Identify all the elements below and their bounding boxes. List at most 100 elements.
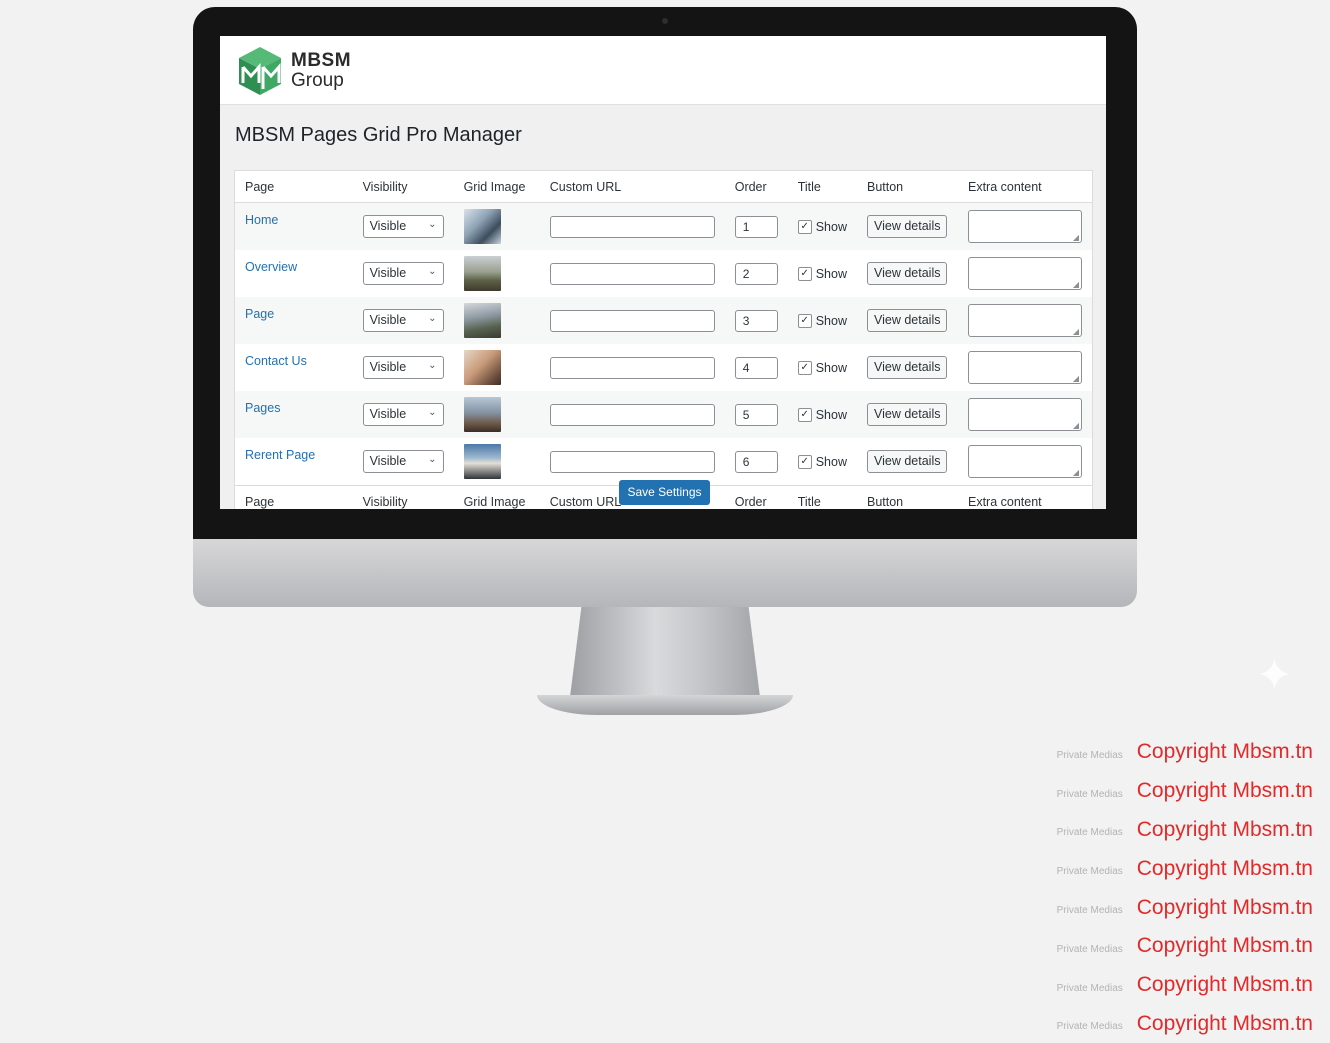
pages-grid-table: Page Visibility Grid Image Custom URL Or… (234, 170, 1093, 509)
column-header-page: Page (234, 170, 353, 203)
logo-group: Group (291, 70, 344, 91)
page-link[interactable]: Overview (245, 260, 343, 274)
title-toggle[interactable]: ✓ Show (797, 313, 847, 328)
order-input[interactable]: 4 (734, 356, 778, 379)
title-show-label: Show (815, 407, 847, 422)
custom-url-input[interactable] (549, 356, 715, 379)
page-link[interactable]: Home (245, 213, 343, 227)
extra-content-textarea[interactable]: ◢ (968, 398, 1082, 431)
page-link[interactable]: Rerent Page (245, 448, 343, 462)
monitor-stand (570, 607, 760, 697)
checkmark-icon[interactable]: ✓ (797, 360, 812, 375)
save-settings-button[interactable]: Save Settings (619, 480, 710, 505)
grid-image-thumbnail[interactable] (463, 303, 501, 338)
order-input[interactable]: 6 (734, 450, 778, 473)
view-details-button[interactable]: View details (867, 309, 948, 332)
custom-url-input[interactable] (549, 450, 715, 473)
cell-title: ✓ Show (787, 391, 857, 438)
visibility-select[interactable]: Visible ⌄ (362, 356, 444, 379)
custom-url-input[interactable] (549, 403, 715, 426)
title-toggle[interactable]: ✓ Show (797, 219, 847, 234)
watermark-copyright: Copyright Mbsm.tn (1136, 973, 1313, 997)
mbsm-logo-icon (239, 47, 281, 95)
column-header-button: Button (857, 170, 958, 203)
view-details-button[interactable]: View details (867, 356, 948, 379)
cell-visibility: Visible ⌄ (353, 438, 454, 486)
resize-grip-icon: ◢ (1072, 327, 1079, 336)
watermark-copyright: Copyright Mbsm.tn (1136, 895, 1313, 919)
view-details-button[interactable]: View details (867, 262, 948, 285)
watermark-list: Private Medias Copyright Mbsm.tn Private M… (1013, 733, 1313, 1043)
monitor-stand-base (537, 695, 793, 715)
footer-header-extra-content: Extra content (958, 485, 1093, 509)
visibility-select[interactable]: Visible ⌄ (362, 403, 444, 426)
grid-image-thumbnail[interactable] (463, 444, 501, 479)
extra-content-textarea[interactable]: ◢ (968, 445, 1082, 478)
sparkle-icon: ✦ (1256, 651, 1293, 700)
cell-button: View details (857, 250, 958, 297)
checkmark-icon[interactable]: ✓ (797, 219, 812, 234)
cell-page: Pages (234, 391, 353, 438)
title-toggle[interactable]: ✓ Show (797, 360, 847, 375)
cell-grid-image (454, 344, 540, 391)
resize-grip-icon: ◢ (1072, 374, 1079, 383)
checkmark-icon[interactable]: ✓ (797, 266, 812, 281)
title-toggle[interactable]: ✓ Show (797, 266, 847, 281)
custom-url-input[interactable] (549, 215, 715, 238)
watermark-row: Private Medias Copyright Mbsm.tn (1013, 849, 1313, 888)
cell-custom-url (539, 202, 725, 250)
order-input[interactable]: 2 (734, 262, 778, 285)
grid-image-thumbnail[interactable] (463, 256, 501, 291)
page-title: MBSM Pages Grid Pro Manager (235, 124, 522, 146)
checkmark-icon[interactable]: ✓ (797, 313, 812, 328)
cell-title: ✓ Show (788, 438, 857, 486)
chevron-down-icon: ⌄ (428, 360, 437, 371)
watermark-private-medias: Private Medias (1056, 827, 1123, 839)
custom-url-input[interactable] (549, 309, 715, 332)
visibility-select[interactable]: Visible ⌄ (362, 450, 444, 473)
watermark-private-medias: Private Medias (1056, 943, 1123, 955)
cell-title: ✓ Show (787, 202, 857, 250)
view-details-button[interactable]: View details (867, 215, 948, 238)
view-details-button[interactable]: View details (867, 403, 948, 426)
cell-order: 5 (724, 391, 788, 438)
order-input[interactable]: 3 (734, 309, 778, 332)
watermark-row: Private Medias Copyright Mbsm.tn (1013, 1005, 1313, 1043)
title-toggle[interactable]: ✓ Show (797, 454, 847, 469)
visibility-select[interactable]: Visible ⌄ (362, 309, 444, 332)
cell-grid-image (454, 438, 540, 486)
extra-content-textarea[interactable]: ◢ (968, 351, 1082, 384)
title-toggle[interactable]: ✓ Show (797, 407, 847, 422)
watermark-row: Private Medias Copyright Mbsm.tn (1013, 772, 1313, 811)
cell-button: View details (857, 202, 958, 250)
page-link[interactable]: Pages (245, 401, 343, 415)
column-header-title: Title (787, 170, 857, 203)
footer-header-title: Title (787, 485, 857, 509)
checkmark-icon[interactable]: ✓ (797, 407, 812, 422)
watermark-private-medias: Private Medias (1056, 749, 1123, 761)
extra-content-textarea[interactable]: ◢ (968, 304, 1082, 337)
column-header-order: Order (724, 170, 788, 203)
checkmark-icon[interactable]: ✓ (797, 454, 812, 469)
order-input[interactable]: 5 (734, 403, 778, 426)
grid-image-thumbnail[interactable] (463, 350, 501, 385)
cell-custom-url (540, 438, 725, 486)
custom-url-input[interactable] (549, 262, 715, 285)
order-input[interactable]: 1 (734, 215, 778, 238)
extra-content-textarea[interactable]: ◢ (968, 257, 1082, 290)
page-link[interactable]: Contact Us (245, 354, 343, 368)
visibility-value: Visible (369, 313, 407, 327)
table-row: Overview Visible ⌄ 2 ✓ Show View details ◢ (235, 250, 1093, 297)
grid-image-thumbnail[interactable] (463, 209, 501, 244)
extra-content-textarea[interactable]: ◢ (968, 210, 1082, 243)
visibility-select[interactable]: Visible ⌄ (362, 215, 444, 238)
view-details-button[interactable]: View details (867, 450, 948, 473)
page-link[interactable]: Page (245, 307, 343, 321)
table-header-row: Page Visibility Grid Image Custom URL Or… (234, 170, 1093, 203)
table-row: Pages Visible ⌄ 5 ✓ Show View details ◢ (234, 391, 1093, 438)
cell-button: View details (857, 297, 958, 344)
grid-image-thumbnail[interactable] (463, 397, 501, 432)
column-header-visibility: Visibility (352, 170, 454, 203)
visibility-select[interactable]: Visible ⌄ (362, 262, 444, 285)
visibility-value: Visible (369, 266, 407, 280)
